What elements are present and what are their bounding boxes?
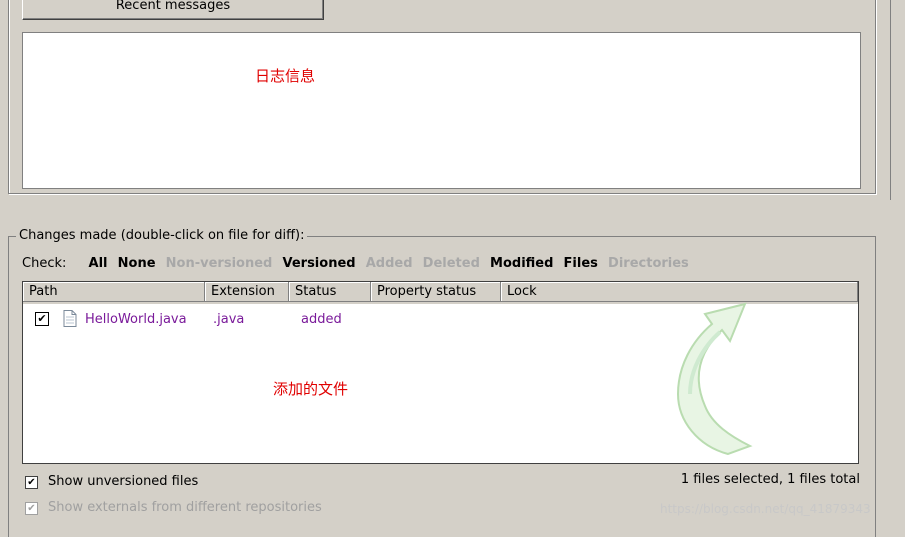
recent-messages-button[interactable]: Recent messages (22, 0, 324, 20)
filter-versioned[interactable]: Versioned (282, 256, 355, 271)
check-label: Check: (22, 256, 67, 271)
watermark-text: https://blog.csdn.net/qq_41879343 (660, 502, 871, 516)
check-filter-row: Check: All None Non-versioned Versioned … (22, 256, 695, 271)
show-externals-checkbox: ✔ (25, 502, 38, 515)
filter-directories: Directories (608, 256, 689, 271)
column-extension[interactable]: Extension (205, 282, 289, 302)
log-annotation: 日志信息 (255, 67, 316, 85)
filter-files[interactable]: Files (564, 256, 598, 271)
file-icon (63, 310, 77, 327)
column-status[interactable]: Status (289, 282, 371, 302)
column-path[interactable]: Path (23, 282, 205, 302)
commit-arrow-icon (676, 302, 753, 456)
filter-added: Added (365, 256, 413, 271)
filter-modified[interactable]: Modified (490, 256, 553, 271)
filter-none[interactable]: None (118, 256, 156, 271)
row-path: HelloWorld.java (85, 312, 187, 327)
filter-all[interactable]: All (89, 256, 108, 271)
show-unversioned-checkbox[interactable]: ✔ (25, 476, 38, 489)
row-status: added (301, 312, 342, 327)
show-externals-label: Show externals from different repositori… (48, 500, 322, 515)
filter-non-versioned: Non-versioned (165, 256, 273, 271)
column-property-status[interactable]: Property status (371, 282, 501, 302)
selection-summary: 1 files selected, 1 files total (680, 472, 860, 487)
window-edge (890, 0, 891, 200)
added-annotation: 添加的文件 (273, 380, 349, 398)
changes-group-label: Changes made (double-click on file for d… (16, 228, 308, 243)
row-extension: .java (213, 312, 245, 327)
row-checkbox[interactable]: ✔ (35, 312, 49, 326)
show-unversioned-label[interactable]: Show unversioned files (48, 474, 198, 489)
log-message-textarea[interactable]: 日志信息 (22, 32, 861, 189)
filter-deleted: Deleted (422, 256, 480, 271)
